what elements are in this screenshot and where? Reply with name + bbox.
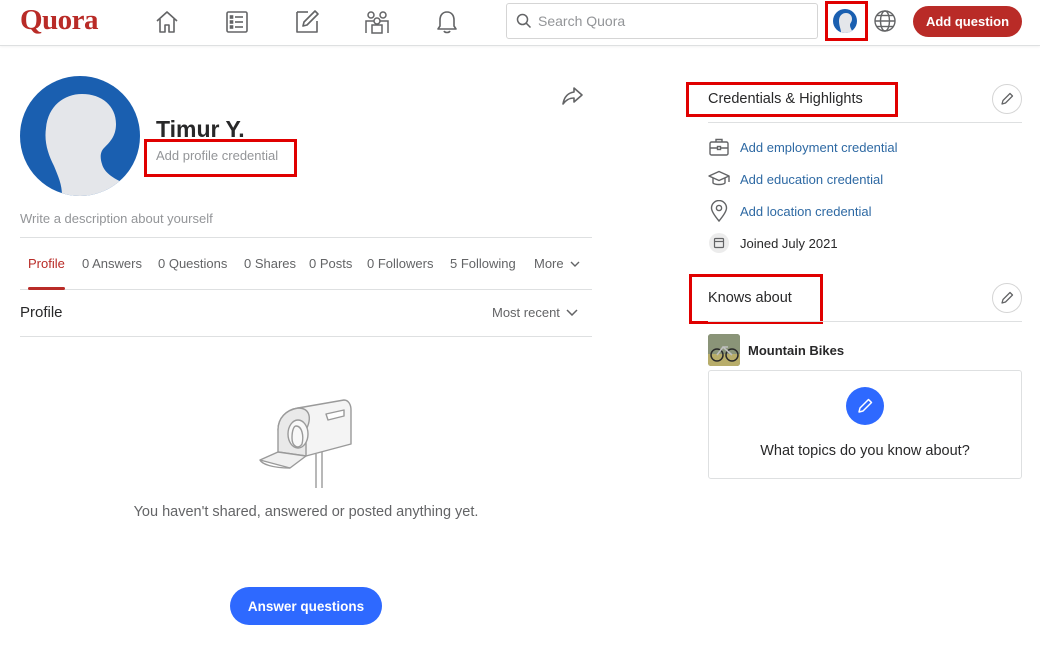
add-topics-card[interactable]: What topics do you know about? — [708, 370, 1022, 479]
notifications-bell-icon[interactable] — [433, 8, 461, 36]
credential-row-employment[interactable]: Add employment credential — [708, 136, 898, 158]
tab-more[interactable]: More — [534, 238, 580, 289]
answer-questions-button[interactable]: Answer questions — [230, 587, 382, 625]
annotation-highlight-knows-about — [689, 274, 823, 324]
edit-credentials-button[interactable] — [992, 84, 1022, 114]
profile-section-title: Profile — [20, 304, 63, 321]
spaces-people-icon[interactable] — [363, 8, 391, 36]
answer-pencil-icon[interactable] — [293, 8, 321, 36]
tab-profile[interactable]: Profile — [28, 238, 65, 290]
location-pin-icon — [708, 200, 730, 222]
annotation-highlight-credentials — [686, 82, 898, 117]
topic-thumbnail — [708, 334, 740, 366]
quora-logo[interactable]: Quora — [20, 4, 99, 37]
search-bar[interactable] — [506, 3, 818, 39]
add-education-credential-link[interactable]: Add education credential — [740, 172, 883, 187]
add-location-credential-link[interactable]: Add location credential — [740, 204, 872, 219]
section-divider — [20, 336, 592, 337]
tab-posts[interactable]: 0 Posts — [309, 238, 352, 289]
sort-dropdown[interactable]: Most recent — [492, 305, 578, 320]
tab-questions[interactable]: 0 Questions — [158, 238, 227, 289]
credential-row-location[interactable]: Add location credential — [708, 200, 872, 222]
empty-state-message: You haven't shared, answered or posted a… — [133, 504, 479, 520]
share-arrow-icon[interactable] — [560, 83, 586, 109]
topic-item[interactable]: Mountain Bikes — [708, 334, 844, 366]
empty-mailbox-icon — [256, 396, 356, 492]
credential-row-joined: Joined July 2021 — [708, 232, 838, 254]
topics-prompt: What topics do you know about? — [760, 443, 970, 459]
following-list-icon[interactable] — [223, 8, 251, 36]
language-globe-icon[interactable] — [873, 9, 897, 33]
knows-about-divider — [708, 321, 1022, 322]
topic-name[interactable]: Mountain Bikes — [748, 343, 844, 358]
profile-description-placeholder[interactable]: Write a description about yourself — [20, 211, 213, 226]
tab-followers[interactable]: 0 Followers — [367, 238, 433, 289]
tab-following[interactable]: 5 Following — [450, 238, 516, 289]
annotation-highlight-credential — [144, 139, 297, 177]
add-question-button[interactable]: Add question — [913, 6, 1022, 37]
tab-shares[interactable]: 0 Shares — [244, 238, 296, 289]
joined-date-text: Joined July 2021 — [740, 235, 838, 251]
credential-row-education[interactable]: Add education credential — [708, 168, 883, 190]
search-icon — [516, 13, 532, 29]
tab-answers[interactable]: 0 Answers — [82, 238, 142, 289]
add-employment-credential-link[interactable]: Add employment credential — [740, 140, 898, 155]
edit-knows-about-button[interactable] — [992, 283, 1022, 313]
search-input[interactable] — [538, 13, 798, 29]
graduation-cap-icon — [708, 168, 730, 190]
chevron-down-icon — [570, 261, 580, 267]
briefcase-icon — [708, 136, 730, 158]
chevron-down-icon — [566, 309, 578, 316]
pencil-icon — [858, 398, 873, 413]
profile-tabs: Profile 0 Answers 0 Questions 0 Shares 0… — [20, 237, 592, 290]
top-navigation-bar: Quora Add question — [0, 0, 1040, 46]
tab-more-label: More — [534, 256, 564, 271]
annotation-highlight-avatar — [825, 1, 868, 41]
pencil-icon — [1001, 291, 1014, 304]
credentials-divider — [708, 122, 1022, 123]
home-icon[interactable] — [153, 8, 181, 36]
profile-avatar[interactable] — [20, 76, 140, 196]
calendar-icon — [708, 232, 730, 254]
add-topic-pencil-button[interactable] — [846, 387, 884, 425]
pencil-icon — [1001, 92, 1014, 105]
sort-label: Most recent — [492, 305, 560, 320]
